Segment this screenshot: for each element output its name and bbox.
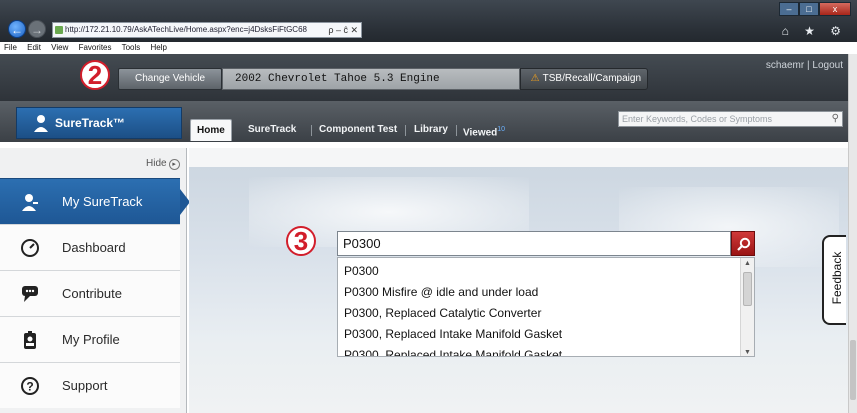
tab-divider — [405, 125, 406, 136]
home-star-gear-icons[interactable]: ⌂ ★ ⚙ — [782, 24, 847, 38]
suggestion-item[interactable]: P0300, Replaced Catalytic Converter — [344, 303, 541, 323]
back-arrow-icon[interactable]: ← — [8, 20, 26, 38]
user-links: schaemr | Logout — [766, 60, 843, 71]
tsb-label: TSB/Recall/Campaign — [542, 73, 641, 84]
svg-text:?: ? — [26, 380, 33, 394]
page-scrollbar[interactable] — [848, 54, 857, 413]
magnifier-icon — [737, 237, 751, 251]
menu-bar: File Edit View Favorites Tools Help — [0, 42, 857, 54]
suretrack-logo[interactable]: SureTrack™ — [16, 107, 182, 139]
sidebar-item-dashboard[interactable]: Dashboard — [0, 224, 180, 270]
sidebar-item-label: Support — [62, 378, 108, 393]
gauge-icon — [21, 239, 39, 257]
tab-viewed-label: Viewed — [463, 127, 498, 139]
hide-label: Hide — [146, 158, 167, 169]
sidebar-item-my-suretrack[interactable]: My SureTrack — [0, 178, 190, 224]
minimize-button[interactable]: – — [779, 2, 799, 16]
scroll-thumb[interactable] — [743, 272, 752, 306]
suggestion-item[interactable]: P0300 Misfire @ idle and under load — [344, 282, 538, 302]
scroll-up-icon[interactable]: ▲ — [744, 260, 751, 267]
address-url: http://172.21.10.79/AskATechLive/Home.as… — [65, 25, 307, 34]
hide-sidebar-link[interactable]: Hide ▸ — [146, 158, 180, 170]
tab-viewed[interactable]: Viewed10 — [457, 119, 511, 141]
tab-library[interactable]: Library — [408, 119, 454, 141]
keyword-search-input[interactable]: Enter Keywords, Codes or Symptoms ⚲ — [618, 111, 843, 127]
tab-suretrack[interactable]: SureTrack — [242, 119, 302, 141]
collapse-icon: ▸ — [168, 159, 180, 170]
search-placeholder: Enter Keywords, Codes or Symptoms — [622, 114, 773, 124]
suggestion-item[interactable]: P0300, Replaced Intake Manifold Gasket — [344, 324, 562, 344]
page-scroll-thumb[interactable] — [850, 340, 856, 400]
user-separator: | — [807, 60, 810, 71]
chat-bubble-icon — [22, 286, 38, 302]
close-button[interactable]: x — [819, 2, 851, 16]
favicon-icon — [55, 26, 63, 34]
menu-favorites[interactable]: Favorites — [79, 43, 112, 52]
mechanic-icon — [22, 194, 38, 211]
menu-tools[interactable]: Tools — [122, 43, 141, 52]
sidebar-item-label: Dashboard — [62, 240, 126, 255]
forward-arrow-icon[interactable]: → — [28, 20, 46, 38]
callout-badge-2: 2 — [80, 60, 110, 90]
address-bar[interactable]: http://172.21.10.79/AskATechLive/Home.as… — [52, 22, 362, 38]
search-button[interactable] — [731, 231, 755, 256]
username-link[interactable]: schaemr — [766, 60, 804, 71]
menu-help[interactable]: Help — [151, 43, 167, 52]
menu-edit[interactable]: Edit — [27, 43, 41, 52]
window-controls: – □ x — [779, 2, 851, 16]
suggestion-list: P0300 P0300 Misfire @ idle and under loa… — [337, 257, 755, 357]
logout-link[interactable]: Logout — [812, 60, 843, 71]
code-search-input[interactable]: P0300 — [337, 231, 731, 256]
question-icon: ? — [21, 377, 39, 395]
feedback-label: Feedback — [830, 251, 844, 305]
suggestion-item[interactable]: P0300 — [344, 261, 379, 281]
sidebar-item-support[interactable]: ? Support — [0, 362, 180, 408]
search-icon[interactable]: ⚲ — [832, 112, 839, 126]
sidebar-item-label: Contribute — [62, 286, 122, 301]
id-badge-icon — [24, 331, 36, 349]
menu-view[interactable]: View — [51, 43, 68, 52]
callout-badge-3: 3 — [286, 226, 316, 256]
tab-divider — [311, 125, 312, 136]
suggestion-scrollbar[interactable]: ▲ ▼ — [740, 258, 754, 356]
sidebar-item-label: My SureTrack — [62, 194, 143, 209]
tab-component-test[interactable]: Component Test — [313, 119, 403, 141]
vehicle-display: 2002 Chevrolet Tahoe 5.3 Engine — [222, 68, 520, 90]
menu-file[interactable]: File — [4, 43, 17, 52]
tsb-recall-button[interactable]: ⚠ TSB/Recall/Campaign — [520, 68, 648, 90]
address-tools[interactable]: ρ – ĉ ✕ — [328, 23, 358, 37]
viewed-count: 10 — [497, 126, 506, 133]
change-vehicle-button[interactable]: Change Vehicle — [118, 68, 222, 90]
logo-text: SureTrack™ — [55, 116, 126, 130]
mechanic-logo-icon — [34, 115, 48, 132]
scroll-down-icon[interactable]: ▼ — [744, 349, 751, 356]
sidebar-item-my-profile[interactable]: My Profile — [0, 316, 180, 362]
sidebar-item-label: My Profile — [62, 332, 120, 347]
sidebar-item-contribute[interactable]: Contribute — [0, 270, 180, 316]
warning-icon: ⚠ — [530, 73, 540, 84]
main-top-strip — [189, 148, 848, 167]
maximize-button[interactable]: □ — [799, 2, 819, 16]
suggestion-item[interactable]: P0300, Replaced Intake Manifold Gasket — [344, 345, 562, 356]
tab-home[interactable]: Home — [190, 119, 232, 141]
feedback-tab[interactable]: Feedback — [822, 235, 846, 325]
